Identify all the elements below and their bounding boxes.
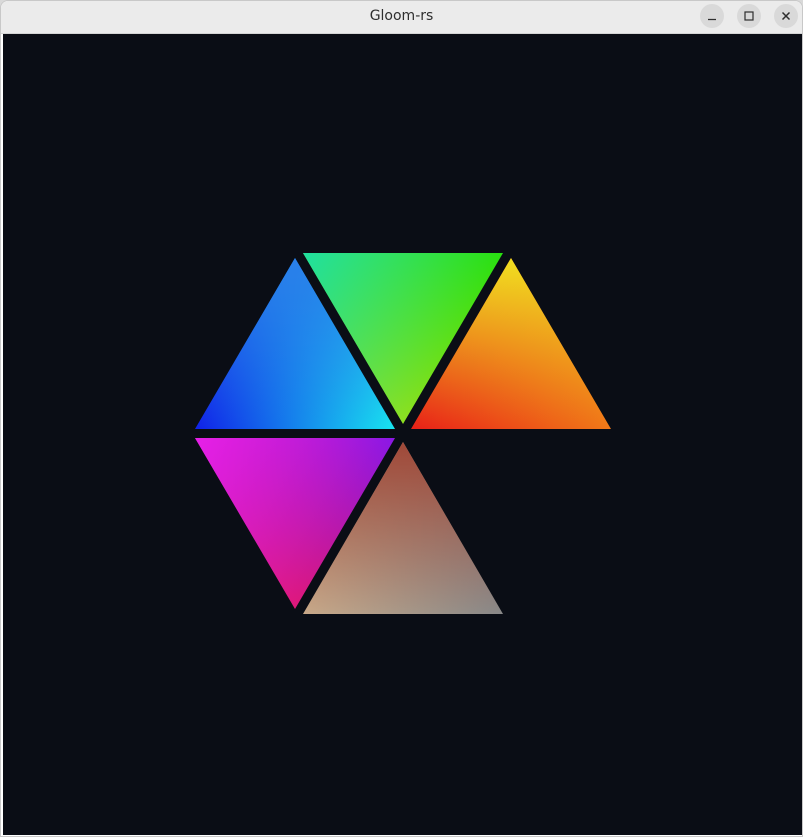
title-bar[interactable]: Gloom-rs bbox=[1, 1, 802, 34]
minimize-button[interactable] bbox=[700, 4, 724, 28]
close-button[interactable] bbox=[774, 4, 798, 28]
render-canvas[interactable] bbox=[3, 34, 802, 835]
window-title: Gloom-rs bbox=[369, 8, 434, 24]
scene-svg bbox=[195, 253, 611, 614]
maximize-button[interactable] bbox=[737, 4, 761, 28]
close-icon bbox=[781, 11, 791, 21]
minimize-icon bbox=[708, 18, 716, 21]
maximize-icon bbox=[744, 11, 754, 21]
app-window: Gloom-rs bbox=[0, 0, 803, 837]
